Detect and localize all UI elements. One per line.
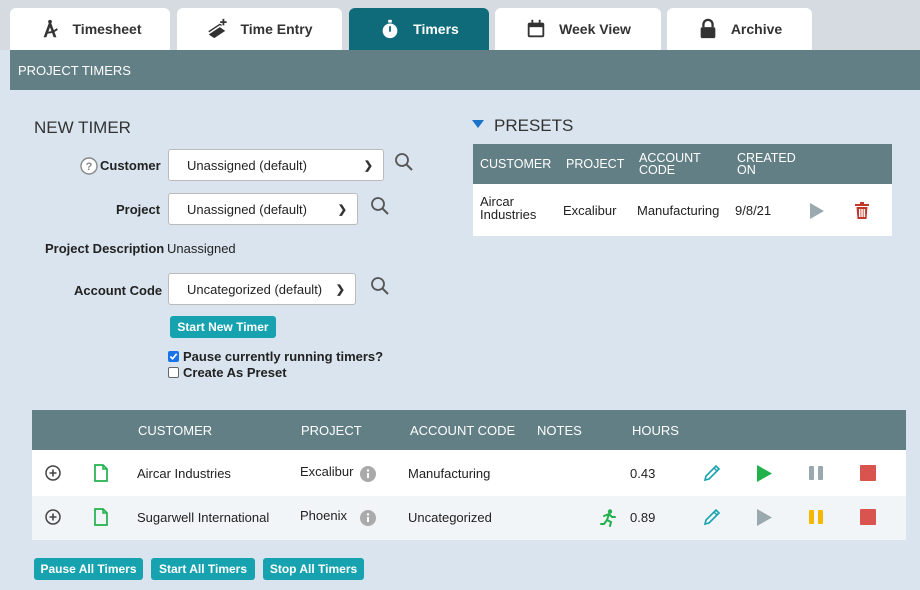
calendar-icon (527, 19, 545, 38)
collapse-caret-icon[interactable] (472, 120, 484, 130)
timer-hours: 0.89 (630, 510, 656, 525)
customer-select[interactable]: Unassigned (default) ❯ (168, 149, 384, 181)
timers-table: CUSTOMER PROJECT ACCOUNT CODE NOTES HOUR… (32, 410, 906, 540)
timers-header: CUSTOMER PROJECT ACCOUNT CODE NOTES HOUR… (32, 410, 906, 450)
preset-project: Excalibur (563, 203, 617, 218)
tab-time-entry[interactable]: Time Entry (177, 8, 342, 50)
play-icon[interactable] (809, 202, 825, 220)
pause-icon[interactable] (808, 465, 824, 481)
pause-icon[interactable] (808, 509, 824, 525)
timer-project: Excalibur (300, 464, 354, 479)
presets-col-project: PROJECT (566, 157, 625, 171)
stop-icon[interactable] (860, 465, 876, 481)
create-preset-checkbox[interactable] (168, 367, 179, 378)
project-search-icon[interactable] (370, 196, 390, 216)
timers-panel: NEW TIMER ? Customer Unassigned (default… (10, 90, 920, 590)
play-icon[interactable] (756, 508, 773, 527)
tab-timers[interactable]: Timers (349, 8, 489, 50)
tab-label: Archive (730, 21, 783, 37)
timer-hours: 0.43 (630, 466, 656, 481)
table-row: Sugarwell International Phoenix Uncatego… (32, 496, 906, 540)
new-timer-title: NEW TIMER (34, 118, 131, 137)
timer-account-code: Manufacturing (408, 466, 491, 481)
chevron-down-icon: ❯ (337, 203, 347, 216)
timer-project: Phoenix (300, 508, 347, 523)
edit-pencil-icon[interactable] (703, 464, 721, 482)
stopwatch-icon (382, 19, 398, 39)
start-new-timer-button[interactable]: Start New Timer (170, 316, 276, 338)
expand-plus-icon[interactable] (45, 465, 61, 481)
presets-table: CUSTOMER PROJECT ACCOUNT CODE CREATED ON… (473, 144, 892, 236)
customer-search-icon[interactable] (394, 152, 414, 172)
create-preset-option: Create As Preset (168, 365, 287, 380)
timer-customer: Sugarwell International (137, 510, 270, 525)
trash-icon[interactable] (855, 202, 869, 219)
presets-col-account-code: ACCOUNT CODE (639, 152, 701, 177)
help-icon[interactable]: ? (80, 157, 98, 175)
add-entry-icon (208, 18, 228, 39)
account-code-select-value: Uncategorized (default) (187, 281, 323, 297)
presets-col-created-on: CREATED ON (737, 152, 796, 177)
start-all-timers-button[interactable]: Start All Timers (151, 558, 255, 580)
timers-col-customer: CUSTOMER (138, 423, 213, 438)
timers-col-hours: HOURS (632, 423, 679, 438)
project-select-value: Unassigned (default) (187, 201, 307, 217)
document-icon[interactable] (94, 508, 108, 526)
pause-running-option: Pause currently running timers? (168, 349, 383, 364)
preset-customer-line2: Industries (480, 207, 537, 222)
preset-created-on: 9/8/21 (735, 203, 772, 218)
stop-icon[interactable] (860, 509, 876, 525)
project-select[interactable]: Unassigned (default) ❯ (168, 193, 358, 225)
tab-week-view[interactable]: Week View (495, 8, 661, 50)
account-code-label: Account Code (74, 283, 163, 298)
tab-label: Time Entry (240, 21, 313, 37)
tab-bar: Timesheet Time Entry Timers Week View Ar… (0, 0, 920, 50)
project-description-label: Project Description (45, 241, 165, 256)
info-icon[interactable] (360, 510, 376, 526)
tab-label: Timesheet (72, 21, 142, 37)
page-header: PROJECT TIMERS (10, 50, 920, 90)
create-preset-label: Create As Preset (183, 365, 287, 380)
lock-icon (700, 18, 716, 39)
timers-col-account-code: ACCOUNT CODE (410, 423, 516, 438)
customer-label: Customer (100, 158, 161, 173)
presets-header: CUSTOMER PROJECT ACCOUNT CODE CREATED ON (473, 144, 892, 184)
presets-col-customer: CUSTOMER (480, 157, 552, 171)
stop-all-timers-button[interactable]: Stop All Timers (263, 558, 364, 580)
presets-title: PRESETS (494, 116, 574, 135)
svg-text:?: ? (86, 161, 93, 173)
presets-col-account-code-line2: CODE (639, 163, 676, 177)
play-icon[interactable] (756, 464, 773, 483)
project-description-value: Unassigned (167, 241, 236, 256)
preset-account-code: Manufacturing (637, 203, 720, 218)
table-row: Aircar Industries Excalibur Manufacturin… (32, 452, 906, 496)
preset-customer: Aircar Industries (480, 195, 536, 221)
chevron-down-icon: ❯ (335, 283, 345, 296)
expand-plus-icon[interactable] (45, 509, 61, 525)
presets-col-created-line2: ON (737, 163, 756, 177)
project-label: Project (116, 202, 161, 217)
account-code-select[interactable]: Uncategorized (default) ❯ (168, 273, 356, 305)
tab-timesheet[interactable]: Timesheet (10, 8, 170, 50)
pause-running-label: Pause currently running timers? (183, 349, 384, 364)
tab-archive[interactable]: Archive (667, 8, 812, 50)
customer-select-value: Unassigned (default) (187, 157, 307, 173)
chevron-down-icon: ❯ (363, 159, 373, 172)
document-icon[interactable] (94, 464, 108, 482)
running-person-icon (600, 509, 616, 527)
timers-col-project: PROJECT (301, 423, 362, 438)
timers-col-notes: NOTES (537, 423, 582, 438)
timer-customer: Aircar Industries (137, 466, 231, 481)
account-code-search-icon[interactable] (370, 276, 390, 296)
page-title: PROJECT TIMERS (18, 62, 131, 78)
info-icon[interactable] (360, 466, 376, 482)
compass-icon (43, 19, 58, 38)
checkmark-icon (169, 353, 178, 360)
tab-label: Timers (413, 21, 459, 37)
edit-pencil-icon[interactable] (703, 508, 721, 526)
pause-all-timers-button[interactable]: Pause All Timers (34, 558, 143, 580)
pause-running-checkbox[interactable] (168, 351, 179, 362)
timer-account-code: Uncategorized (408, 510, 492, 525)
tab-label: Week View (559, 21, 631, 37)
